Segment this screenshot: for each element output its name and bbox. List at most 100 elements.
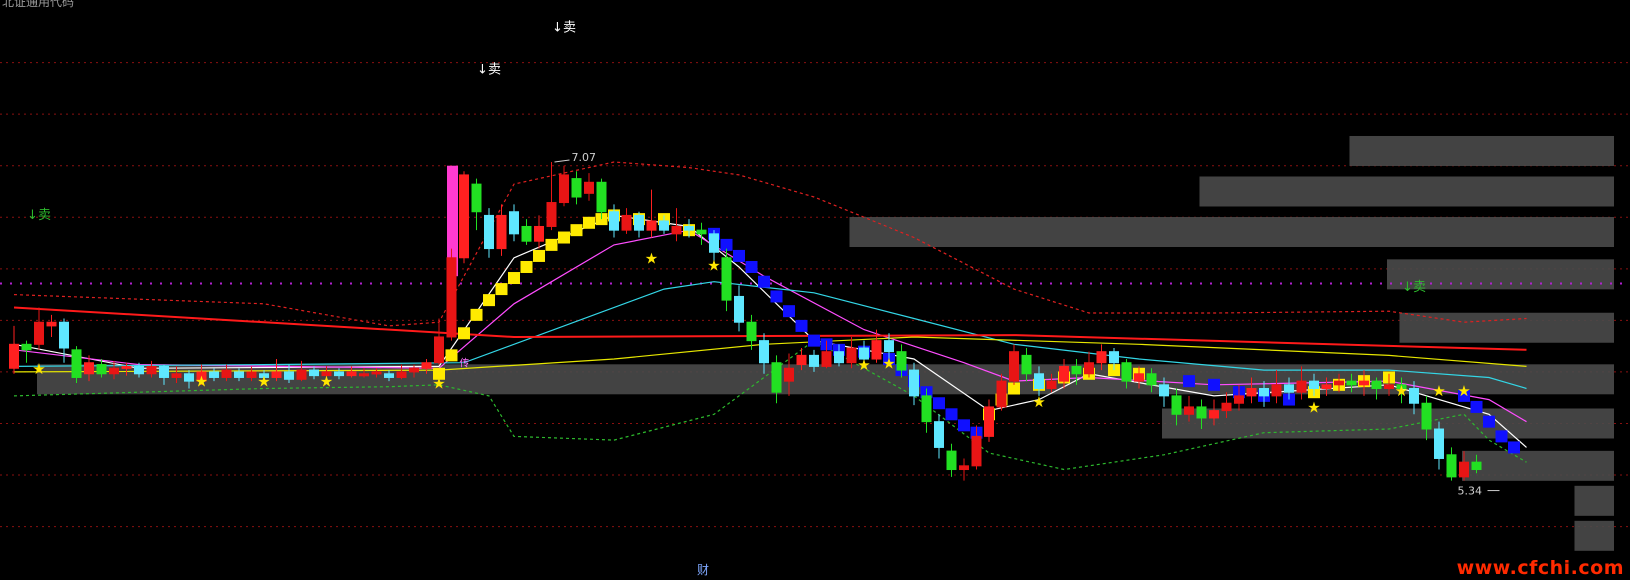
candle-body [296, 369, 307, 380]
candle-body [984, 406, 994, 437]
buy-star-icon: ★ [857, 356, 870, 374]
support-stair-block [508, 272, 520, 285]
candle-body [621, 214, 632, 231]
buy-star-icon: ★ [320, 373, 333, 391]
volume-profile-bar [1574, 520, 1614, 551]
candle-body [446, 257, 457, 338]
candle-body [1184, 406, 1194, 415]
candle-body [509, 211, 519, 235]
candle-body [246, 371, 257, 378]
candle-body [684, 225, 694, 231]
buy-star-icon: ★ [1307, 398, 1320, 416]
candle-body [846, 347, 857, 364]
candle-body [1434, 428, 1444, 459]
sell-signal-label: ↓卖 [27, 208, 51, 223]
candle-body [459, 174, 469, 259]
candle-body [1359, 380, 1369, 386]
ma-line-lower-band [13, 339, 1527, 471]
candle-body [1159, 384, 1169, 397]
resistance-stair-block [945, 408, 958, 421]
support-stair-block [483, 294, 495, 307]
buy-star-icon: ★ [707, 257, 720, 275]
candle-body [809, 354, 819, 367]
resistance-stair-block [1495, 430, 1508, 443]
candle-body [471, 183, 482, 213]
support-stair-block [533, 249, 545, 262]
buy-star-icon: ★ [432, 375, 445, 393]
candle-body [821, 351, 832, 367]
candle-body [946, 450, 957, 471]
candle-body [1209, 410, 1219, 419]
resistance-stair-block [958, 419, 970, 432]
candle-body [209, 371, 219, 378]
volume-profile-bar [849, 217, 1614, 247]
candle-body [271, 371, 282, 378]
support-stair-block [520, 260, 533, 273]
candle-body [1109, 351, 1119, 364]
resistance-stair-block [783, 305, 795, 318]
candle-body [659, 220, 669, 231]
buy-star-icon: ★ [1395, 382, 1408, 400]
candle-body [184, 373, 194, 382]
candle-body [921, 395, 932, 423]
candle-body [646, 220, 657, 231]
candle-body [1334, 380, 1344, 386]
top-left-title: 北证通用代码 [2, 0, 75, 9]
buy-star-icon: ★ [1432, 382, 1445, 400]
candle-body [1421, 402, 1432, 430]
resistance-stair-block [1483, 415, 1495, 428]
resistance-stair-block [933, 397, 945, 410]
buy-star-icon: ★ [1032, 393, 1045, 411]
candle-body [1171, 395, 1182, 415]
buy-star-icon: ★ [195, 373, 208, 391]
candle-body [171, 373, 182, 378]
candle-body [884, 340, 894, 353]
candle-body [121, 365, 132, 369]
candle-body [221, 369, 232, 378]
candle-body [1346, 380, 1357, 386]
candle-body [1459, 461, 1469, 478]
resistance-stair-block [808, 334, 820, 347]
high-price-label: 7.07 [572, 151, 597, 164]
candle-body [1071, 365, 1082, 375]
candle-body [434, 336, 444, 364]
candle-body [396, 371, 407, 378]
candle-body [1246, 388, 1257, 397]
candle-body [959, 465, 969, 471]
candle-body [759, 340, 769, 364]
candle-body [909, 369, 919, 397]
candle-body [546, 202, 557, 227]
candle-body [9, 343, 19, 369]
candle-body [1321, 384, 1332, 390]
candle-body [521, 225, 532, 242]
candle-body [1096, 351, 1107, 364]
resistance-stair-block [745, 260, 758, 273]
candle-body [671, 225, 682, 235]
candle-body [146, 365, 157, 375]
volume-profile-bar [1462, 450, 1614, 481]
candle-body [634, 214, 644, 231]
candle-body [1384, 384, 1394, 390]
candle-body [1234, 395, 1244, 404]
candle-body [1034, 373, 1044, 390]
buy-star-icon: ★ [882, 354, 895, 372]
resistance-stair-block [1183, 375, 1195, 388]
candle-body [1309, 380, 1319, 390]
support-stair-block [558, 231, 570, 244]
candle-body [359, 373, 369, 377]
candle-body [134, 365, 144, 375]
buy-star-icon: ★ [32, 360, 45, 378]
candle-body [1084, 362, 1094, 375]
resistance-stair-block [1508, 441, 1520, 454]
candle-body [1134, 373, 1144, 382]
candle-body [1371, 380, 1382, 390]
candle-body [1446, 454, 1457, 478]
candle-body [371, 371, 382, 375]
resistance-stair-block [1470, 400, 1483, 413]
candle-body [1271, 384, 1282, 397]
candle-body [384, 373, 394, 378]
resistance-stair-block [770, 290, 783, 303]
support-stair-block [458, 327, 470, 340]
support-stair-block [470, 308, 483, 321]
candle-body [1409, 388, 1419, 404]
